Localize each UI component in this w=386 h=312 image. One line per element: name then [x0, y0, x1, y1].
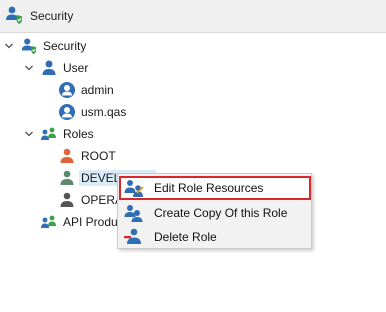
role-person-icon: [58, 147, 76, 165]
chevron-down-icon[interactable]: [24, 63, 34, 73]
tree-node-user-usm-qas[interactable]: usm.qas: [58, 101, 126, 123]
tree-node-label: admin: [81, 83, 114, 97]
tree-node-label: ROOT: [81, 149, 116, 163]
title-bar: Security: [0, 0, 386, 33]
menu-item-create-copy-of-this-role[interactable]: Create Copy Of this Role: [119, 201, 311, 225]
tree-node-roles[interactable]: Roles: [24, 123, 94, 145]
edit-role-resources-icon: [123, 177, 145, 199]
user-circle-icon: [58, 81, 76, 99]
menu-item-label: Delete Role: [154, 230, 217, 244]
tree-node-user[interactable]: User: [24, 57, 88, 79]
tree-node-label: Security: [43, 39, 87, 53]
tree-node-security[interactable]: Security: [4, 35, 86, 57]
menu-item-delete-role[interactable]: Delete Role: [119, 225, 311, 249]
tree-node-role-root[interactable]: ROOT: [58, 145, 116, 167]
chevron-down-icon[interactable]: [24, 129, 34, 139]
role-person-icon: [58, 191, 76, 209]
menu-item-edit-role-resources[interactable]: Edit Role Resources: [119, 176, 311, 200]
tree-node-label: usm.qas: [81, 105, 127, 119]
user-icon: [40, 59, 58, 77]
context-menu[interactable]: Edit Role Resources Create Copy Of this …: [117, 173, 312, 249]
delete-role-icon: [123, 226, 145, 248]
copy-role-icon: [123, 202, 145, 224]
chevron-down-icon[interactable]: [4, 41, 14, 51]
window-title: Security: [30, 9, 74, 23]
tree-node-user-admin[interactable]: admin: [58, 79, 114, 101]
group-icon: [40, 213, 58, 231]
menu-item-label: Edit Role Resources: [154, 181, 264, 195]
tree-node-label: User: [63, 61, 89, 75]
security-shield-user-icon: [20, 37, 38, 55]
tree-node-label: Roles: [63, 127, 94, 141]
security-window: Security Security User admin usm.qas Rol…: [0, 0, 386, 312]
role-person-icon: [58, 169, 76, 187]
user-circle-icon: [58, 103, 76, 121]
menu-item-label: Create Copy Of this Role: [154, 206, 288, 220]
group-icon: [40, 125, 58, 143]
security-shield-user-icon: [4, 5, 24, 25]
